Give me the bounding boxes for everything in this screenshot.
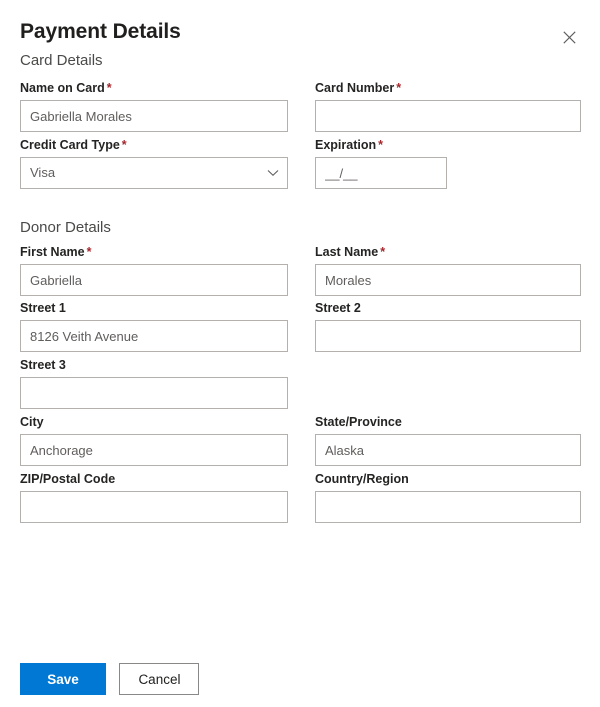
field-zip-postal-code: ZIP/Postal Code: [20, 471, 288, 523]
page-title: Payment Details: [20, 20, 181, 43]
street-1-input[interactable]: [20, 320, 288, 352]
field-street-1: Street 1: [20, 300, 288, 352]
field-credit-card-type: Credit Card Type * Visa: [20, 137, 288, 189]
required-asterisk: *: [86, 245, 92, 259]
name-on-card-input[interactable]: [20, 100, 288, 132]
label-country-region: Country/Region: [315, 472, 409, 486]
cancel-button[interactable]: Cancel: [119, 663, 200, 695]
label-credit-card-type: Credit Card Type *: [20, 138, 127, 152]
close-icon: [562, 30, 576, 44]
field-city: City: [20, 414, 288, 466]
country-region-input[interactable]: [315, 491, 581, 523]
zip-postal-code-input[interactable]: [20, 491, 288, 523]
field-state-province: State/Province: [315, 414, 581, 466]
section-heading-card-details: Card Details: [20, 52, 103, 69]
required-asterisk: *: [121, 138, 127, 152]
payment-details-dialog: Payment Details Card Details Name on Car…: [0, 0, 600, 707]
label-last-name: Last Name *: [315, 245, 386, 259]
street-3-input[interactable]: [20, 377, 288, 409]
field-expiration: Expiration *: [315, 137, 581, 189]
save-button[interactable]: Save: [20, 663, 106, 695]
required-asterisk: *: [378, 138, 383, 152]
label-expiration: Expiration *: [315, 138, 383, 152]
label-card-number: Card Number *: [315, 81, 402, 95]
label-street-2: Street 2: [315, 301, 361, 315]
credit-card-type-value[interactable]: Visa: [20, 157, 288, 189]
state-province-input[interactable]: [315, 434, 581, 466]
required-asterisk: *: [380, 245, 386, 259]
last-name-input[interactable]: [315, 264, 581, 296]
street-2-input[interactable]: [315, 320, 581, 352]
label-state-province: State/Province: [315, 415, 402, 429]
label-city: City: [20, 415, 44, 429]
field-street-3: Street 3: [20, 357, 288, 409]
label-name-on-card: Name on Card *: [20, 81, 112, 95]
field-name-on-card: Name on Card *: [20, 80, 288, 132]
field-country-region: Country/Region: [315, 471, 581, 523]
label-first-name: First Name *: [20, 245, 92, 259]
credit-card-type-select[interactable]: Visa: [20, 157, 288, 189]
dialog-footer: Save Cancel: [20, 663, 200, 695]
required-asterisk: *: [396, 81, 402, 95]
label-street-1: Street 1: [20, 301, 66, 315]
field-first-name: First Name *: [20, 244, 288, 296]
first-name-input[interactable]: [20, 264, 288, 296]
field-street-2: Street 2: [315, 300, 581, 352]
field-last-name: Last Name *: [315, 244, 581, 296]
dialog-header: Payment Details: [20, 18, 580, 48]
label-street-3: Street 3: [20, 358, 66, 372]
required-asterisk: *: [106, 81, 112, 95]
section-heading-donor-details: Donor Details: [20, 219, 111, 236]
field-card-number: Card Number *: [315, 80, 581, 132]
card-number-input[interactable]: [315, 100, 581, 132]
close-button[interactable]: [554, 22, 584, 52]
expiration-input[interactable]: [315, 157, 447, 189]
city-input[interactable]: [20, 434, 288, 466]
label-zip-postal-code: ZIP/Postal Code: [20, 472, 116, 486]
